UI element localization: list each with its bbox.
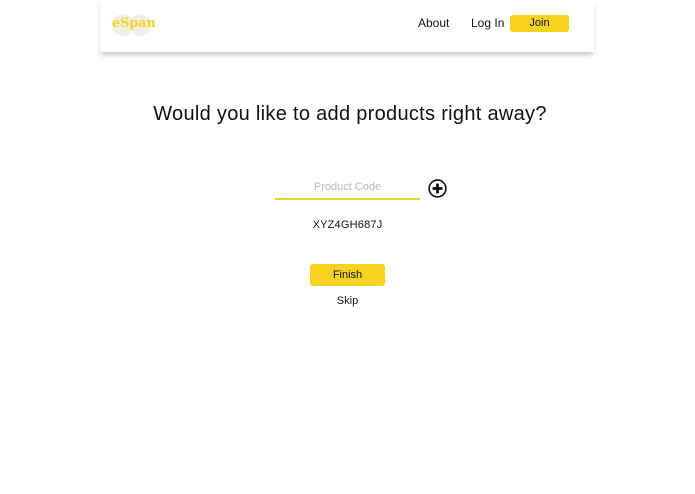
page-title: Would you like to add products right awa… [153,103,547,125]
top-navbar: eSpan About Log In Join [100,0,594,52]
plus-circle-icon[interactable] [428,179,447,198]
join-button[interactable]: Join [510,15,569,32]
logo-text: eSpan [112,16,156,31]
nav-login-link[interactable]: Log In [471,16,504,30]
product-code-input[interactable] [275,176,420,200]
finish-button[interactable]: Finish [310,264,385,286]
nav-about-link[interactable]: About [418,16,449,30]
skip-link[interactable]: Skip [0,295,695,307]
added-product-code: XYZ4GH687J [312,219,383,231]
espan-logo[interactable]: eSpan [112,13,156,37]
